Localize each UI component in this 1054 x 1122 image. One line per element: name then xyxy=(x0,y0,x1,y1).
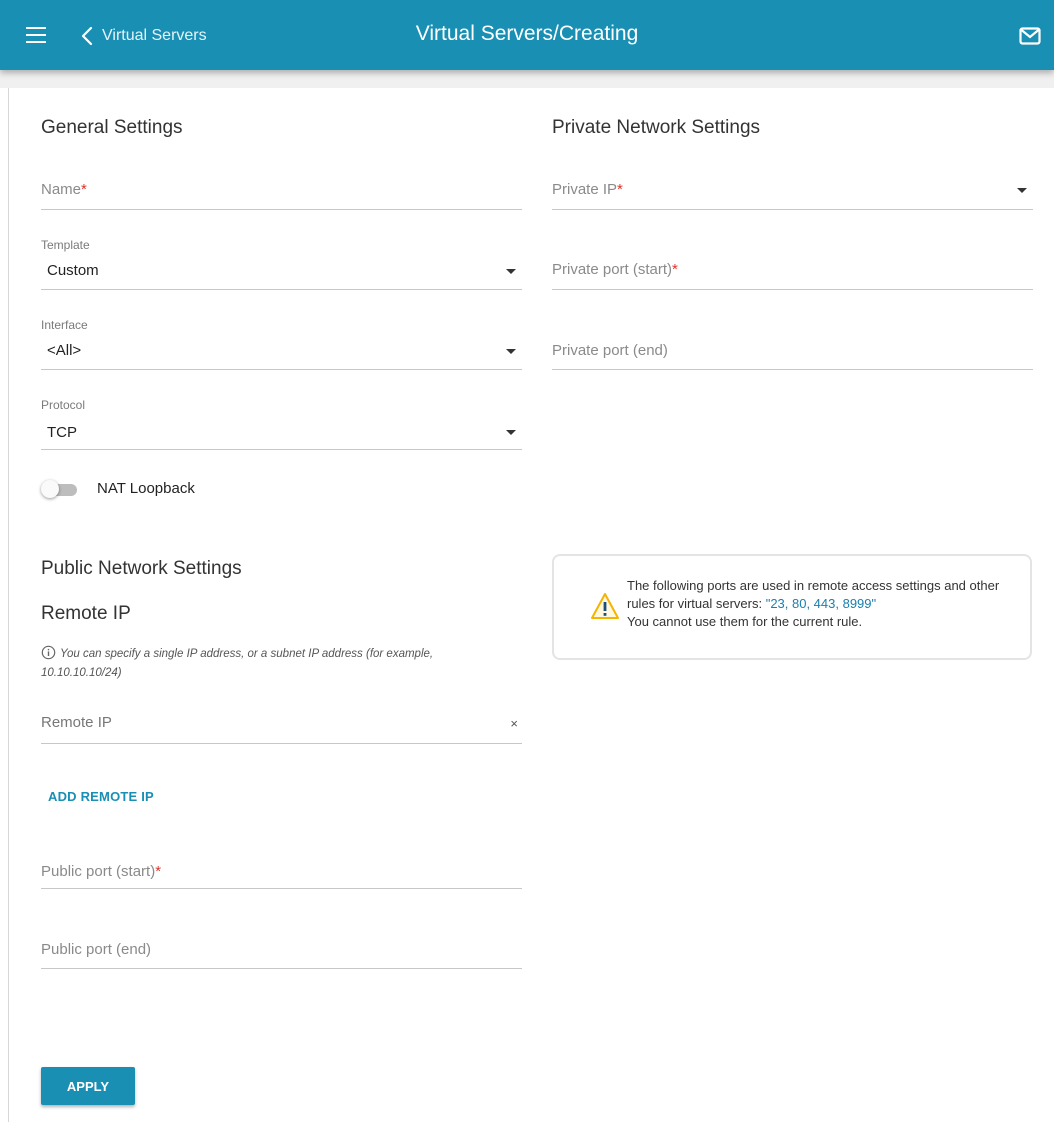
chevron-down-icon[interactable] xyxy=(1017,188,1027,193)
private-ip-placeholder: Private IP* xyxy=(552,181,623,198)
template-label: Template xyxy=(41,238,90,252)
private-port-end-field[interactable]: Private port (end) xyxy=(552,328,1033,370)
ports-warning-text: The following ports are used in remote a… xyxy=(627,578,1000,629)
clear-icon[interactable]: × xyxy=(510,716,518,731)
add-remote-ip-button[interactable]: ADD REMOTE IP xyxy=(48,789,154,804)
interface-select[interactable]: Interface <All> xyxy=(41,316,522,370)
public-port-end-field[interactable]: Public port (end) xyxy=(41,928,522,969)
header-shadow-strip xyxy=(0,70,1054,88)
private-port-start-field[interactable]: Private port (start)* xyxy=(552,248,1033,290)
nat-loopback-toggle[interactable] xyxy=(41,480,79,498)
public-port-start-field[interactable]: Public port (start)* xyxy=(41,848,522,889)
general-settings-title: General Settings xyxy=(41,117,183,138)
interface-label: Interface xyxy=(41,318,88,332)
hamburger-icon[interactable] xyxy=(26,27,46,43)
chevron-left-icon xyxy=(81,26,93,46)
private-port-start-placeholder: Private port (start)* xyxy=(552,261,678,278)
name-placeholder: Name* xyxy=(41,181,87,198)
private-ip-select[interactable]: Private IP* xyxy=(552,168,1033,210)
public-network-settings-title: Public Network Settings xyxy=(41,558,242,579)
nat-loopback-label: NAT Loopback xyxy=(97,480,195,497)
used-ports: "23, 80, 443, 8999" xyxy=(765,596,877,611)
public-port-end-placeholder: Public port (end) xyxy=(41,941,152,958)
remote-ip-input[interactable]: Remote IP × xyxy=(41,702,522,744)
public-port-start-placeholder: Public port (start)* xyxy=(41,863,162,880)
remote-ip-hint-text: You can specify a single IP address, or … xyxy=(41,648,434,679)
interface-value: <All> xyxy=(47,342,82,359)
back-link-label: Virtual Servers xyxy=(102,27,207,44)
warning-icon xyxy=(591,593,619,619)
remote-ip-title: Remote IP xyxy=(41,603,131,624)
chevron-down-icon[interactable] xyxy=(506,349,516,354)
back-link[interactable]: Virtual Servers xyxy=(80,24,207,48)
protocol-label: Protocol xyxy=(41,398,86,412)
chevron-down-icon[interactable] xyxy=(506,430,516,435)
protocol-select[interactable]: Protocol TCP xyxy=(41,396,522,450)
chevron-down-icon[interactable] xyxy=(506,269,516,274)
top-app-bar: Virtual Servers Virtual Servers/Creating xyxy=(0,0,1054,70)
apply-button[interactable]: APPLY xyxy=(41,1067,135,1105)
mail-icon[interactable] xyxy=(1019,27,1041,45)
remote-ip-placeholder: Remote IP xyxy=(41,714,112,731)
remote-ip-hint: You can specify a single IP address, or … xyxy=(41,645,511,683)
private-port-end-placeholder: Private port (end) xyxy=(552,342,668,359)
info-icon xyxy=(41,645,56,660)
template-value: Custom xyxy=(47,262,99,279)
private-network-settings-title: Private Network Settings xyxy=(552,117,761,138)
ports-warning-notice: The following ports are used in remote a… xyxy=(552,554,1032,660)
protocol-value: TCP xyxy=(47,424,77,441)
template-select[interactable]: Template Custom xyxy=(41,236,522,290)
name-field[interactable]: Name* xyxy=(41,168,522,210)
